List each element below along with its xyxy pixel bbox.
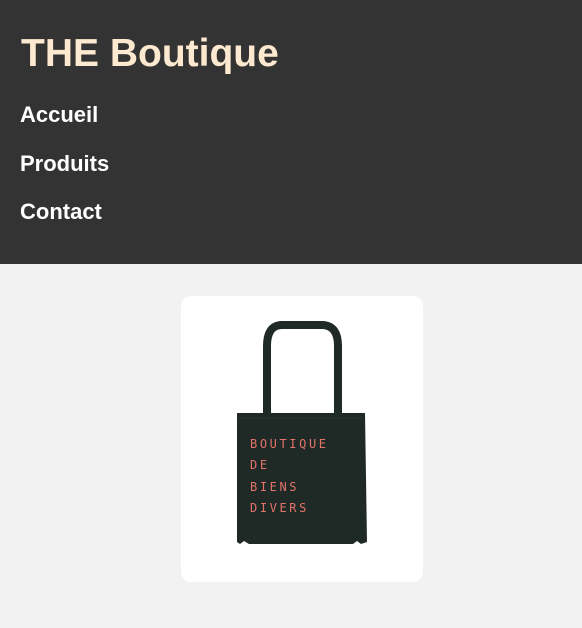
bag-print-line-3: BIENS xyxy=(250,480,299,494)
site-title: THE Boutique xyxy=(21,32,279,75)
bag-print-line-2: DE xyxy=(250,458,270,472)
nav-link-contact[interactable]: Contact xyxy=(20,197,109,227)
nav-link-accueil[interactable]: Accueil xyxy=(20,100,109,130)
site-header: THE Boutique Accueil Produits Contact xyxy=(0,0,582,264)
bag-handle xyxy=(263,321,342,418)
product-card[interactable]: BOUTIQUE DE BIENS DIVERS xyxy=(181,296,423,582)
main-nav: Accueil Produits Contact xyxy=(20,100,109,246)
bag-print-line-1: BOUTIQUE xyxy=(250,437,329,451)
bag-print-line-4: DIVERS xyxy=(250,501,309,515)
bag-body xyxy=(237,413,367,544)
nav-link-produits[interactable]: Produits xyxy=(20,149,109,179)
main-content: BOUTIQUE DE BIENS DIVERS xyxy=(0,264,582,628)
tote-bag-image[interactable]: BOUTIQUE DE BIENS DIVERS xyxy=(181,296,423,582)
